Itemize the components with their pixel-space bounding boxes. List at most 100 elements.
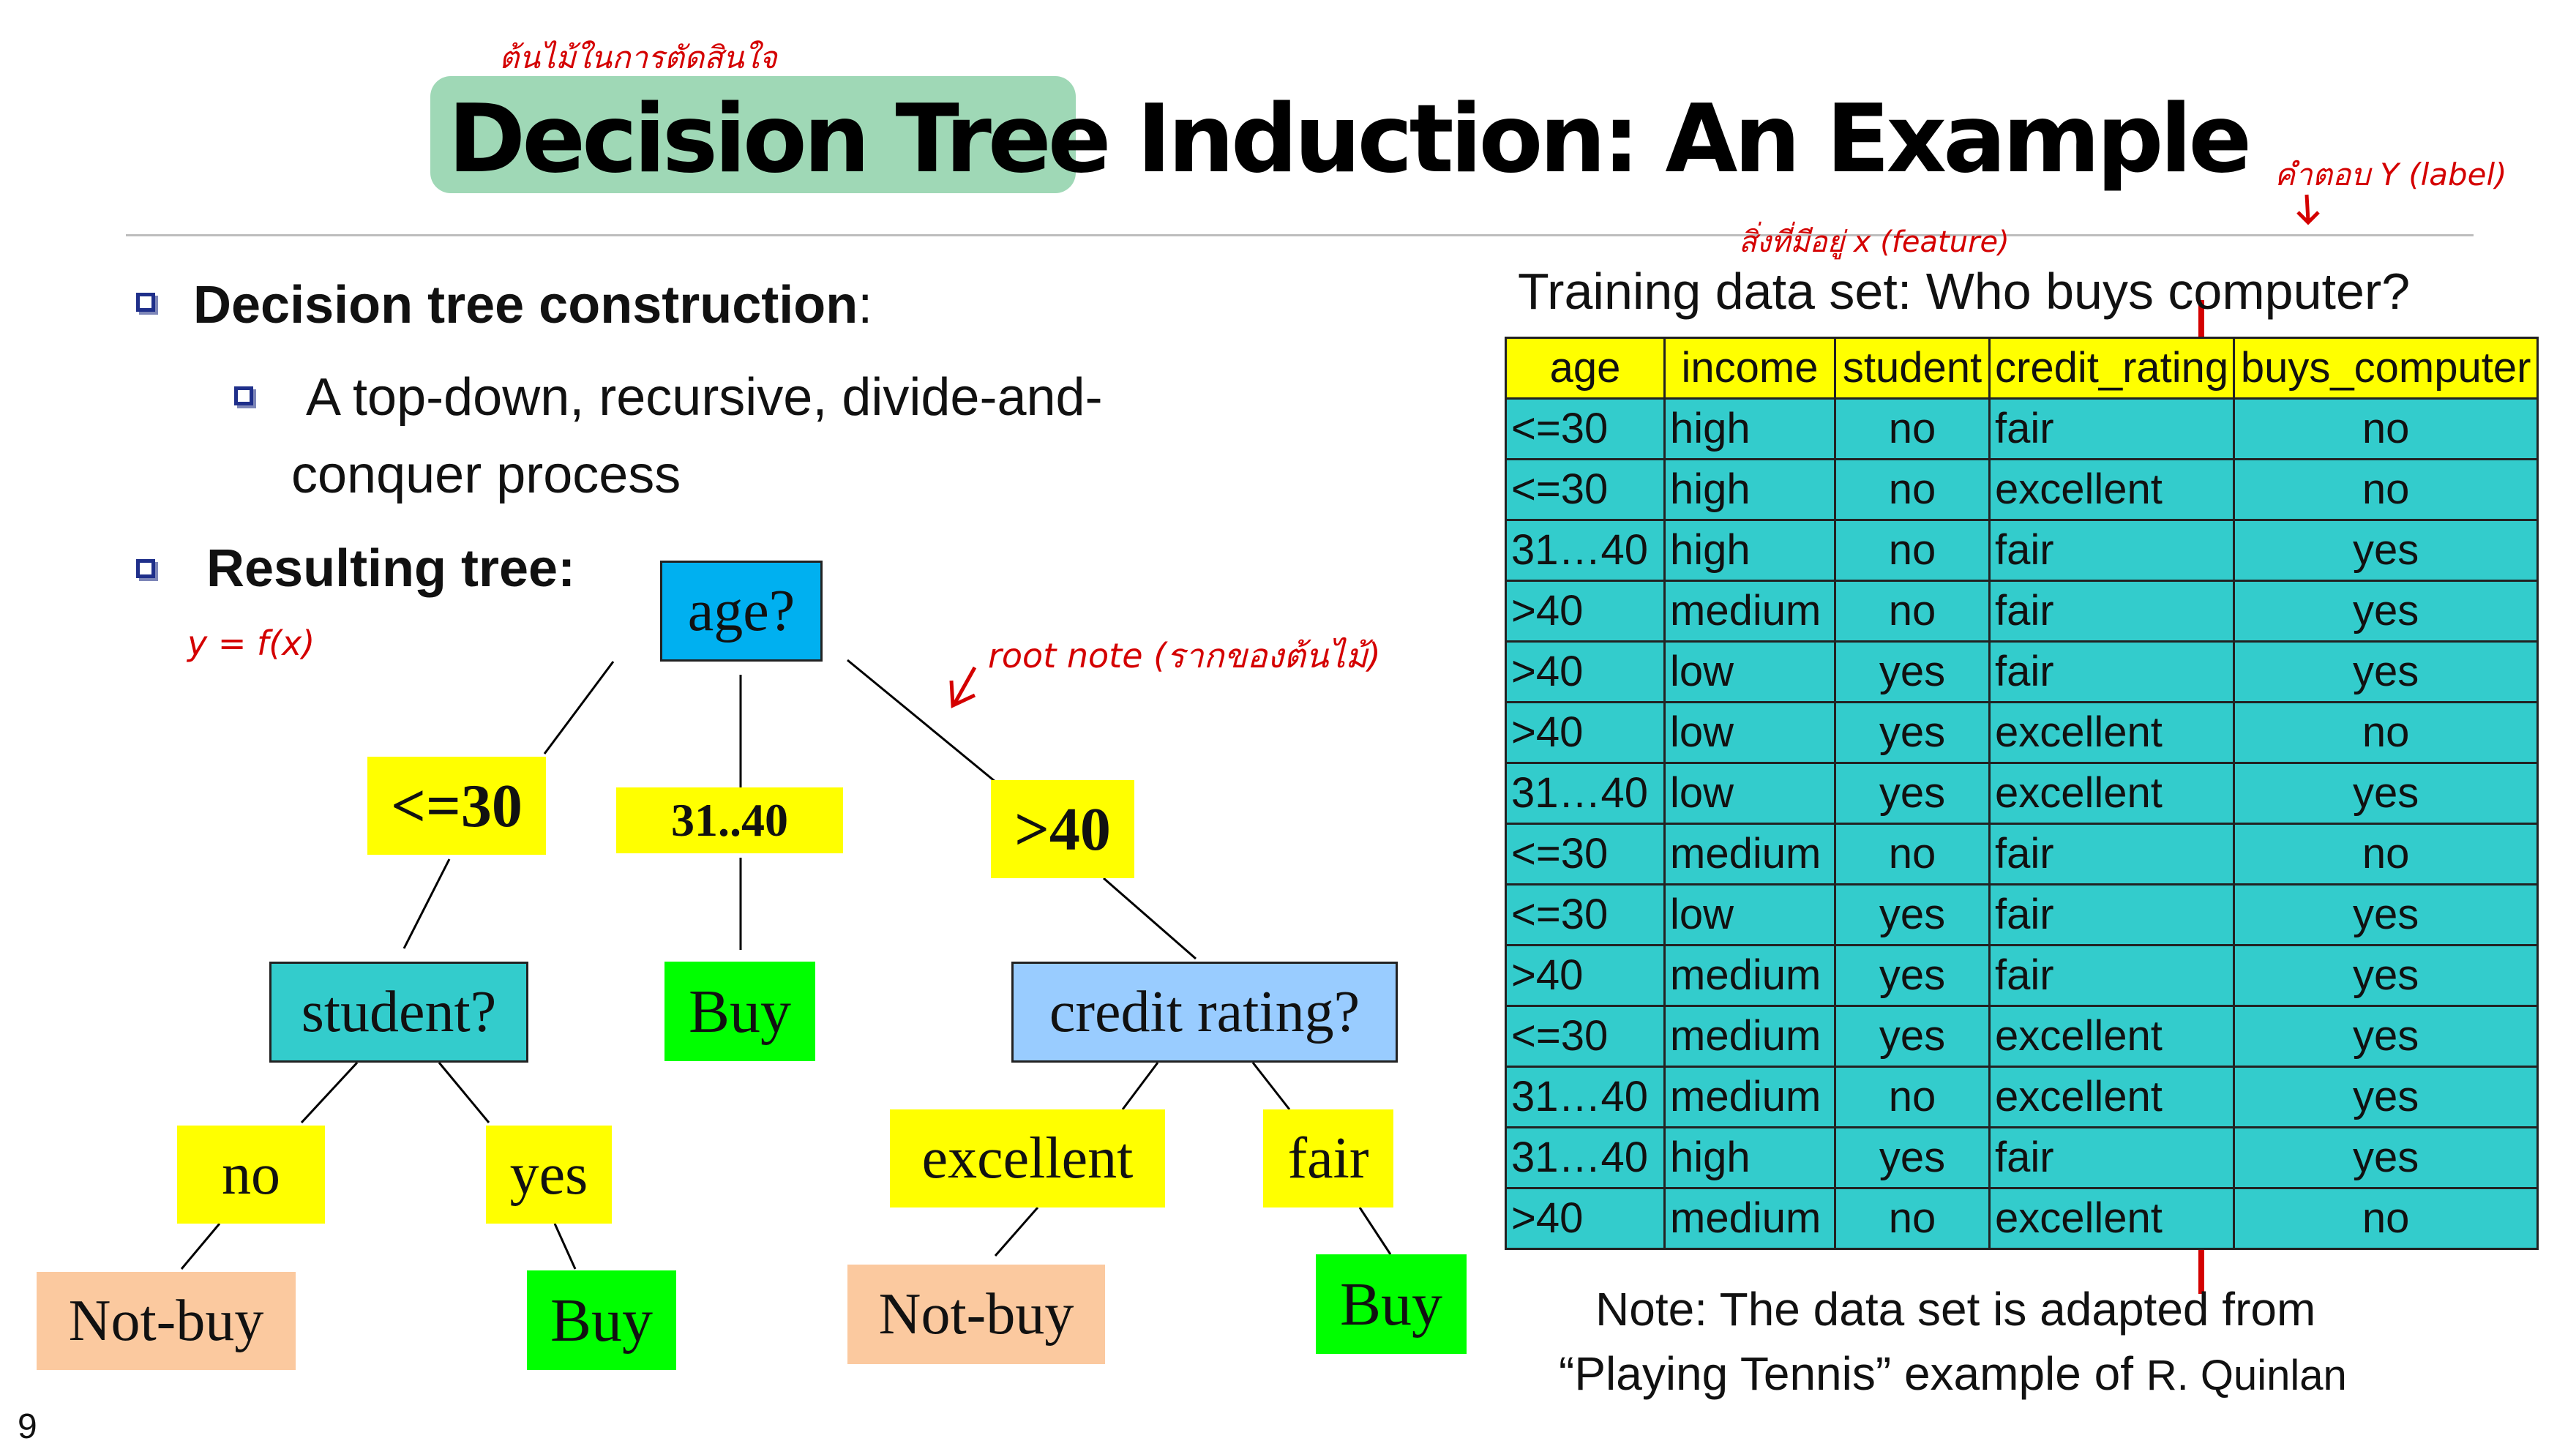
table-row: 31…40 high no fair yes — [1505, 519, 2539, 582]
table-cell: yes — [1834, 883, 1991, 946]
branch-excellent: excellent — [890, 1109, 1165, 1208]
label-arrow-icon — [2296, 194, 2320, 225]
table-row: >40 medium yes fair yes — [1505, 944, 2539, 1007]
table-row: >40 medium no excellent no — [1505, 1187, 2539, 1250]
table-cell: yes — [1834, 1126, 1991, 1189]
table-row: 31…40 high yes fair yes — [1505, 1126, 2539, 1189]
table-cell: no — [1834, 1066, 1991, 1128]
table-cell: yes — [2233, 883, 2539, 946]
table-row: 31…40 medium no excellent yes — [1505, 1066, 2539, 1128]
table-cell: yes — [1834, 944, 1991, 1007]
table-cell: high — [1663, 1126, 1836, 1189]
note-author: R. Quinlan — [2146, 1352, 2347, 1399]
table-cell: medium — [1663, 944, 1836, 1007]
branch-gt40: >40 — [991, 780, 1134, 878]
branch-31-40: 31..40 — [616, 787, 843, 853]
table-row: >40 medium no fair yes — [1505, 580, 2539, 643]
table-cell: no — [1834, 397, 1991, 460]
note-line-2: “Playing Tennis” example of R. Quinlan — [1559, 1347, 2347, 1401]
table-cell: no — [2233, 701, 2539, 764]
table-cell: excellent — [1988, 1005, 2236, 1068]
branch-yes: yes — [486, 1126, 612, 1224]
training-caption: Training data set: Who buys computer? — [1518, 263, 2411, 320]
table-cell: fair — [1988, 883, 2236, 946]
table-cell: low — [1663, 762, 1836, 825]
table-cell: yes — [2233, 580, 2539, 643]
table-cell: low — [1663, 883, 1836, 946]
table-cell: >40 — [1505, 1187, 1666, 1250]
note-line-2-main: “Playing Tennis” example of — [1559, 1347, 2133, 1400]
column-header: age — [1505, 337, 1666, 400]
table-cell: 31…40 — [1505, 762, 1666, 825]
table-cell: low — [1663, 701, 1836, 764]
leaf-notbuy-right: Not-buy — [847, 1265, 1105, 1364]
table-cell: fair — [1988, 397, 2236, 460]
table-cell: fair — [1988, 823, 2236, 886]
table-cell: yes — [2233, 1126, 2539, 1189]
table-cell: yes — [1834, 762, 1991, 825]
table-cell: yes — [1834, 1005, 1991, 1068]
table-row: >40 low yes excellent no — [1505, 701, 2539, 764]
table-cell: medium — [1663, 580, 1836, 643]
table-cell: high — [1663, 519, 1836, 582]
table-cell: <=30 — [1505, 823, 1666, 886]
table-cell: excellent — [1988, 762, 2236, 825]
column-header: income — [1663, 337, 1836, 400]
table-cell: no — [1834, 519, 1991, 582]
root-arrow-icon — [949, 666, 977, 708]
table-cell: medium — [1663, 1066, 1836, 1128]
table-cell: 31…40 — [1505, 519, 1666, 582]
table-cell: 31…40 — [1505, 1126, 1666, 1189]
table-row: <=30 medium no fair no — [1505, 823, 2539, 886]
table-cell: yes — [2233, 640, 2539, 703]
training-table: age income student credit_rating buys_co… — [1505, 337, 2539, 1250]
table-cell: yes — [2233, 944, 2539, 1007]
table-row: <=30 high no excellent no — [1505, 458, 2539, 521]
table-cell: no — [1834, 580, 1991, 643]
leaf-buy-mid: Buy — [664, 962, 815, 1061]
branch-fair: fair — [1263, 1109, 1393, 1208]
table-cell: yes — [1834, 701, 1991, 764]
table-cell: medium — [1663, 1187, 1836, 1250]
table-cell: >40 — [1505, 580, 1666, 643]
table-header-row: age income student credit_rating buys_co… — [1505, 337, 2539, 400]
table-cell: medium — [1663, 1005, 1836, 1068]
table-cell: excellent — [1988, 701, 2236, 764]
table-cell: no — [1834, 458, 1991, 521]
table-cell: >40 — [1505, 640, 1666, 703]
table-cell: fair — [1988, 640, 2236, 703]
leaf-buy-left: Buy — [527, 1270, 676, 1370]
table-cell: yes — [2233, 519, 2539, 582]
root-node-age: age? — [660, 561, 823, 662]
table-cell: no — [1834, 1187, 1991, 1250]
table-cell: high — [1663, 397, 1836, 460]
table-cell: <=30 — [1505, 397, 1666, 460]
table-cell: excellent — [1988, 1066, 2236, 1128]
note-line-1: Note: The data set is adapted from — [1595, 1283, 2316, 1336]
page-number: 9 — [18, 1407, 37, 1446]
table-row: <=30 low yes fair yes — [1505, 883, 2539, 946]
table-cell: high — [1663, 458, 1836, 521]
table-cell: fair — [1988, 519, 2236, 582]
leaf-buy-right: Buy — [1316, 1254, 1467, 1354]
branch-no: no — [177, 1126, 325, 1224]
table-cell: yes — [1834, 640, 1991, 703]
table-cell: <=30 — [1505, 1005, 1666, 1068]
table-cell: yes — [2233, 762, 2539, 825]
column-header: student — [1834, 337, 1991, 400]
table-cell: no — [2233, 823, 2539, 886]
table-cell: no — [2233, 397, 2539, 460]
leaf-notbuy-left: Not-buy — [37, 1272, 296, 1370]
table-cell: fair — [1988, 580, 2236, 643]
table-row: <=30 high no fair no — [1505, 397, 2539, 460]
training-table-body: <=30 high no fair no <=30 high no excellent no 31…… — [1505, 397, 2539, 1250]
branch-le30: <=30 — [367, 757, 546, 855]
column-header: credit_rating — [1988, 337, 2236, 400]
table-cell: fair — [1988, 1126, 2236, 1189]
column-header: buys_computer — [2233, 337, 2539, 400]
table-cell: yes — [2233, 1066, 2539, 1128]
table-cell: >40 — [1505, 944, 1666, 1007]
table-cell: medium — [1663, 823, 1836, 886]
table-cell: yes — [2233, 1005, 2539, 1068]
table-cell: excellent — [1988, 458, 2236, 521]
